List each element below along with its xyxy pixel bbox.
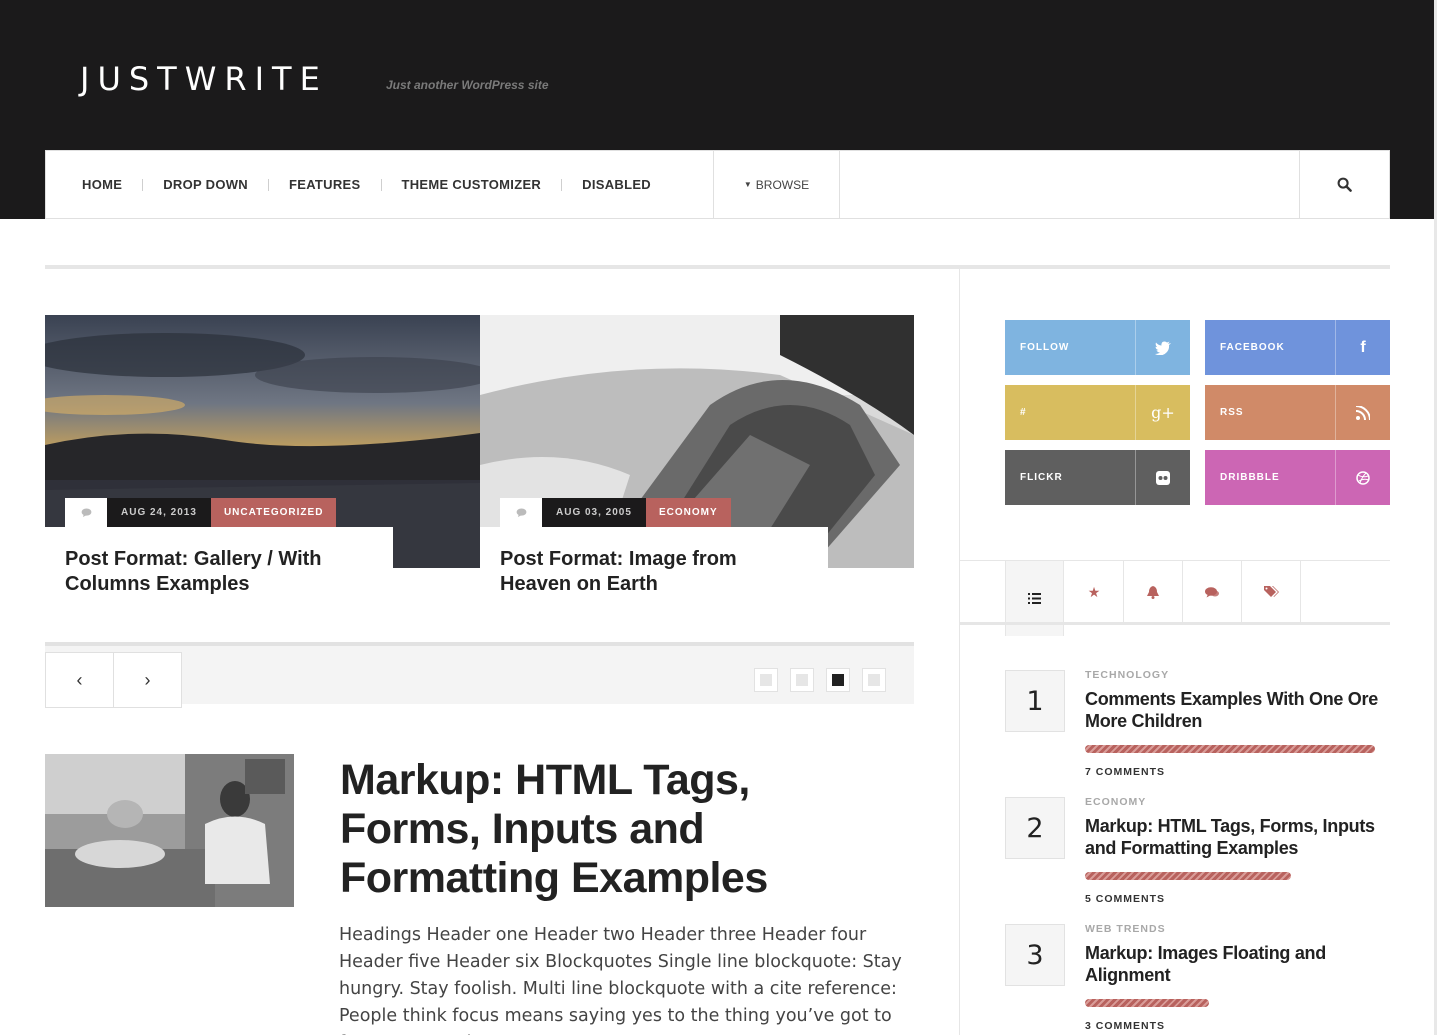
tags-icon	[1263, 586, 1279, 597]
google-plus-icon: g+	[1135, 385, 1190, 440]
nav-divider	[561, 178, 563, 191]
nav-item-disabled[interactable]: DISABLED	[582, 177, 651, 192]
comment-icon[interactable]	[500, 498, 542, 527]
facebook-icon: f	[1335, 320, 1390, 375]
slider-dot[interactable]	[754, 668, 778, 692]
chevron-left-icon: ‹	[76, 669, 83, 690]
social-label: FACEBOOK	[1220, 342, 1285, 353]
tab-notifications[interactable]	[1124, 561, 1183, 623]
popular-post-title[interactable]: Comments Examples With One Ore More Chil…	[1085, 688, 1385, 732]
comments-icon	[1205, 586, 1219, 597]
content-top-rule	[45, 265, 1390, 269]
post-date: AUG 24, 2013	[107, 498, 211, 527]
main-navigation: HOME DROP DOWN FEATURES THEME CUSTOMIZER…	[45, 150, 1390, 219]
social-label: DRIBBBLE	[1220, 472, 1280, 483]
social-label: #	[1020, 407, 1027, 418]
slide-title-box-2: Post Format: Image from Heaven on Earth	[480, 527, 828, 607]
article-thumbnail[interactable]	[45, 754, 294, 907]
social-dribbble-button[interactable]: DRIBBBLE	[1205, 450, 1390, 505]
dribbble-icon	[1335, 450, 1390, 505]
comment-count[interactable]: 3 COMMENTS	[1085, 1020, 1165, 1032]
twitter-icon	[1135, 320, 1190, 375]
slider-dot[interactable]	[790, 668, 814, 692]
man-sorting-photo	[45, 754, 294, 907]
nav-item-home[interactable]: HOME	[82, 177, 122, 192]
caret-down-icon: ▼	[743, 180, 752, 189]
comment-icon[interactable]	[65, 498, 107, 527]
post-category[interactable]: WEB TRENDS	[1085, 923, 1166, 935]
social-google-plus-button[interactable]: # g+	[1005, 385, 1190, 440]
slider-dot-active[interactable]	[826, 668, 850, 692]
popular-post-title[interactable]: Markup: Images Floating and Alignment	[1085, 942, 1385, 986]
popularity-bar	[1085, 999, 1209, 1007]
article-title[interactable]: Markup: HTML Tags, Forms, Inputs and For…	[340, 756, 840, 903]
slider-prev-button[interactable]: ‹	[45, 652, 114, 708]
browse-button[interactable]: ▼ BROWSE	[713, 151, 840, 218]
tab-comments[interactable]	[1183, 561, 1242, 623]
social-label: FLICKR	[1020, 472, 1063, 483]
rank-number: 1	[1005, 670, 1065, 732]
tabs-underline	[960, 622, 1390, 625]
post-category[interactable]: TECHNOLOGY	[1085, 669, 1169, 681]
slide-meta-2: AUG 03, 2005 ECONOMY	[500, 498, 731, 527]
slide-title[interactable]: Post Format: Gallery / With Columns Exam…	[65, 547, 373, 597]
tab-favorites[interactable]: ★	[1065, 561, 1124, 623]
article-excerpt: Headings Header one Header two Header th…	[339, 925, 902, 1035]
slider-next-button[interactable]: ›	[113, 652, 182, 708]
nav-item-features[interactable]: FEATURES	[289, 177, 361, 192]
chevron-right-icon: ›	[144, 669, 151, 690]
post-category[interactable]: ECONOMY	[1085, 796, 1146, 808]
comment-count[interactable]: 7 COMMENTS	[1085, 766, 1165, 778]
search-button[interactable]	[1299, 151, 1389, 218]
rank-number: 2	[1005, 797, 1065, 859]
search-icon	[1337, 177, 1352, 192]
nav-divider	[268, 178, 269, 191]
slide-title-box-1: Post Format: Gallery / With Columns Exam…	[45, 527, 393, 607]
slide-meta-1: AUG 24, 2013 UNCATEGORIZED	[65, 498, 337, 527]
post-category-badge[interactable]: ECONOMY	[645, 498, 731, 527]
rss-icon	[1335, 385, 1390, 440]
slide-title[interactable]: Post Format: Image from Heaven on Earth	[500, 547, 808, 597]
browse-label: BROWSE	[755, 177, 810, 192]
social-facebook-button[interactable]: FACEBOOK f	[1205, 320, 1390, 375]
rank-number: 3	[1005, 924, 1065, 986]
popular-post-title[interactable]: Markup: HTML Tags, Forms, Inputs and For…	[1085, 815, 1385, 859]
site-tagline: Just another WordPress site	[386, 78, 549, 92]
sidebar-divider	[959, 269, 960, 1035]
site-logo[interactable]: JUSTWRITE	[80, 60, 328, 98]
nav-divider	[142, 178, 144, 191]
tab-tags[interactable]	[1242, 561, 1301, 623]
slider-controls: ‹ ›	[45, 642, 914, 708]
nav-divider	[380, 178, 382, 191]
slider-dot[interactable]	[862, 668, 886, 692]
bell-icon	[1147, 585, 1159, 599]
flickr-icon	[1135, 450, 1190, 505]
nav-item-theme-customizer[interactable]: THEME CUSTOMIZER	[402, 177, 542, 192]
social-label: RSS	[1220, 407, 1244, 418]
social-label: FOLLOW	[1020, 342, 1070, 353]
popularity-bar	[1085, 872, 1291, 880]
social-rss-button[interactable]: RSS	[1205, 385, 1390, 440]
post-category-badge[interactable]: UNCATEGORIZED	[210, 498, 337, 527]
nav-item-drop-down[interactable]: DROP DOWN	[163, 177, 248, 192]
list-icon	[1028, 593, 1041, 604]
popularity-bar	[1085, 745, 1375, 753]
social-follow-button[interactable]: FOLLOW	[1005, 320, 1190, 375]
comment-count[interactable]: 5 COMMENTS	[1085, 893, 1165, 905]
star-icon: ★	[1087, 583, 1101, 600]
social-flickr-button[interactable]: FLICKR	[1005, 450, 1190, 505]
post-date: AUG 03, 2005	[542, 498, 646, 527]
sidebar-tabs: ★	[960, 560, 1390, 636]
